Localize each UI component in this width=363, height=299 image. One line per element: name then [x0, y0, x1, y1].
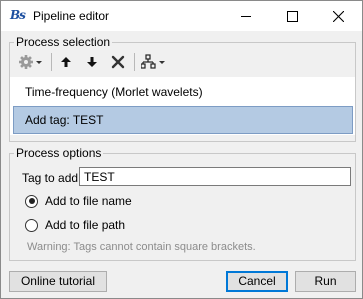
- delete-process-button[interactable]: [108, 51, 128, 73]
- pipeline-tree-icon: [141, 54, 165, 69]
- toolbar-separator: [51, 53, 52, 71]
- run-button[interactable]: Run: [295, 271, 356, 292]
- radio-button[interactable]: [25, 218, 38, 232]
- process-item-time-frequency[interactable]: Time-frequency (Morlet wavelets): [13, 78, 353, 106]
- move-up-icon: [61, 57, 71, 67]
- pipeline-editor-window: Bs Pipeline editor Process selection Tim…: [0, 0, 363, 299]
- maximize-button[interactable]: [270, 1, 316, 31]
- radio-file-path-label: Add to file path: [45, 218, 126, 232]
- process-toolbar: [10, 49, 355, 75]
- title-bar[interactable]: Bs Pipeline editor: [1, 1, 362, 31]
- process-item-add-tag[interactable]: Add tag: TEST: [13, 106, 353, 134]
- warning-text: Warning: Tags cannot contain square brac…: [27, 241, 256, 253]
- process-list: Time-frequency (Morlet wavelets) Add tag…: [10, 77, 355, 135]
- toolbar-separator: [134, 53, 135, 71]
- process-selection-group: Process selection Time-frequency (Morlet…: [9, 35, 356, 142]
- tag-label: Tag to add:: [22, 171, 82, 185]
- process-options-group: Process options Tag to add: Add to file …: [9, 146, 356, 261]
- move-down-button[interactable]: [82, 51, 102, 73]
- window-title: Pipeline editor: [33, 9, 110, 23]
- move-up-button[interactable]: [56, 51, 76, 73]
- move-down-icon: [87, 57, 97, 67]
- minimize-button[interactable]: [224, 1, 270, 31]
- radio-add-to-file-name[interactable]: Add to file name: [25, 193, 132, 209]
- maximize-icon: [287, 11, 298, 22]
- close-button[interactable]: [316, 1, 362, 31]
- cancel-button[interactable]: Cancel: [226, 271, 288, 292]
- close-icon: [333, 11, 344, 22]
- process-selection-title: Process selection: [14, 35, 113, 49]
- tag-input[interactable]: [79, 167, 351, 186]
- radio-button-selected[interactable]: [25, 194, 38, 208]
- radio-add-to-file-path[interactable]: Add to file path: [25, 217, 125, 233]
- process-options-title: Process options: [14, 146, 104, 160]
- minimize-icon: [241, 16, 251, 17]
- gear-icon: [19, 55, 42, 69]
- radio-file-name-label: Add to file name: [45, 194, 132, 208]
- delete-icon: [111, 55, 125, 69]
- options-menu-button[interactable]: [18, 51, 46, 73]
- online-tutorial-button[interactable]: Online tutorial: [9, 271, 107, 292]
- pipeline-menu-button[interactable]: [140, 51, 170, 73]
- app-logo-icon: Bs: [10, 8, 26, 22]
